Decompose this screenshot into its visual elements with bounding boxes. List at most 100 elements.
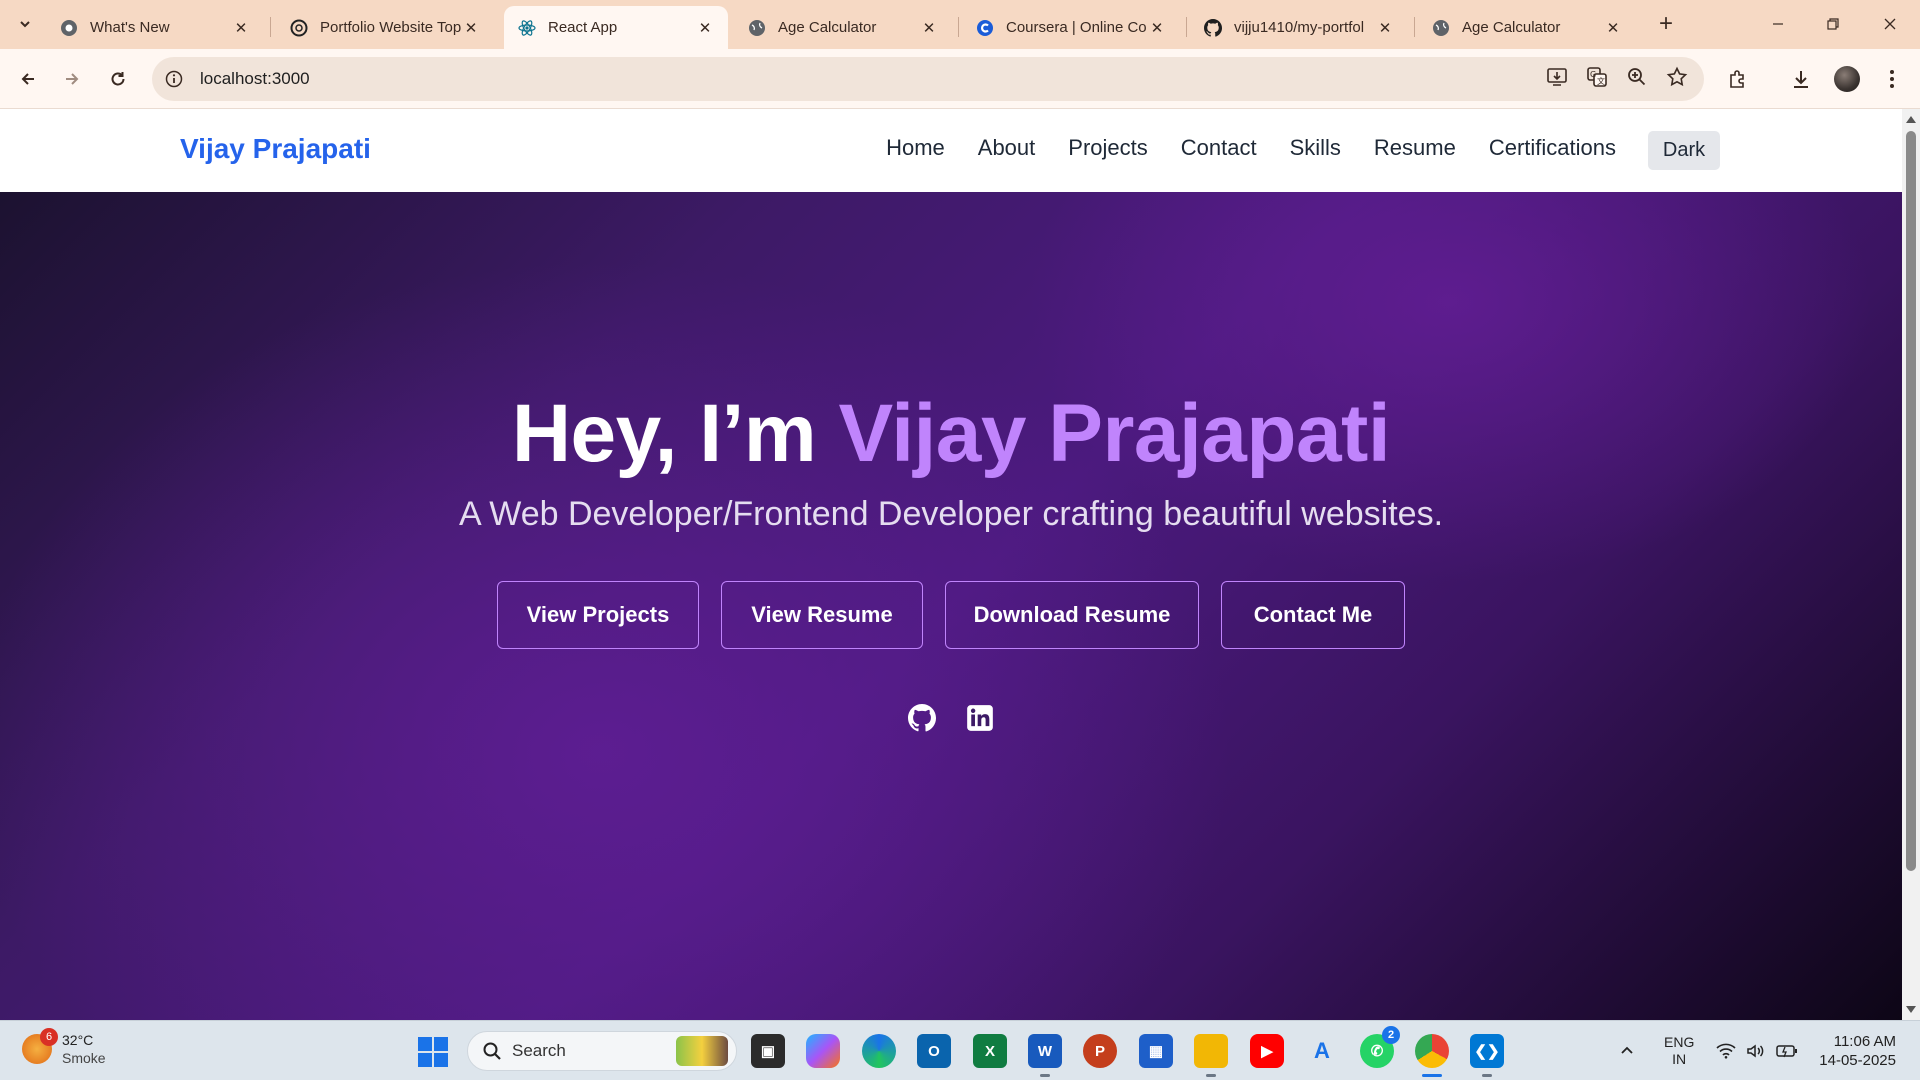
app-icon[interactable]: A <box>1305 1034 1339 1068</box>
wifi-icon <box>1716 1043 1736 1059</box>
folder-icon[interactable] <box>1194 1034 1228 1077</box>
page-scrollbar[interactable] <box>1902 109 1920 1020</box>
globe-icon <box>748 19 766 37</box>
linkedin-icon[interactable] <box>966 704 994 732</box>
nav-link-about[interactable]: About <box>978 135 1036 161</box>
word-icon[interactable]: W <box>1028 1034 1062 1077</box>
taskbar-clock[interactable]: 11:06 AM 14-05-2025 <box>1800 1021 1896 1080</box>
tab-github-repo[interactable]: vijju1410/my-portfol ✕ <box>1190 6 1408 49</box>
theme-toggle-button[interactable]: Dark <box>1648 131 1720 170</box>
tab-title: vijju1410/my-portfol <box>1234 19 1365 36</box>
download-icon <box>1794 71 1808 88</box>
excel-icon[interactable]: X <box>973 1034 1007 1068</box>
site-info-icon[interactable] <box>152 70 196 88</box>
openai-icon <box>290 19 308 37</box>
install-app-icon[interactable] <box>1546 66 1568 93</box>
extensions-button[interactable] <box>1722 63 1754 95</box>
close-tab-icon[interactable]: ✕ <box>1604 19 1622 37</box>
view-projects-button[interactable]: View Projects <box>497 581 699 649</box>
reload-button[interactable] <box>102 63 134 95</box>
scrollbar-thumb[interactable] <box>1906 131 1916 871</box>
weather-temp: 32°C <box>62 1032 94 1048</box>
store-icon[interactable]: ▦ <box>1139 1034 1173 1068</box>
vscode-icon[interactable]: ❮❯ <box>1470 1034 1504 1077</box>
nav-link-resume[interactable]: Resume <box>1374 135 1456 161</box>
language-line2: IN <box>1672 1051 1687 1067</box>
page-viewport: Vijay Prajapati Home About Projects Cont… <box>0 109 1902 1020</box>
nav-link-home[interactable]: Home <box>886 135 945 161</box>
tab-divider <box>1414 17 1415 37</box>
hero-section: Hey, I’m Vijay Prajapati A Web Developer… <box>0 192 1902 1020</box>
weather-alert-badge: 6 <box>40 1028 58 1046</box>
close-tab-icon[interactable]: ✕ <box>462 19 480 37</box>
nav-link-skills[interactable]: Skills <box>1290 135 1341 161</box>
new-tab-button[interactable]: + <box>1652 10 1680 38</box>
close-tab-icon[interactable]: ✕ <box>232 19 250 37</box>
restore-button[interactable] <box>1813 8 1853 40</box>
tab-age-calculator-2[interactable]: Age Calculator ✕ <box>1418 6 1636 49</box>
url-text[interactable]: localhost:3000 <box>200 69 310 89</box>
close-tab-icon[interactable]: ✕ <box>1376 19 1394 37</box>
chevron-down-icon <box>20 21 30 28</box>
chevron-up-icon <box>1621 1046 1633 1054</box>
weather-widget[interactable]: 6 32°C Smoke <box>22 1028 106 1067</box>
edge-icon[interactable] <box>862 1034 896 1068</box>
language-indicator[interactable]: ENG IN <box>1664 1021 1694 1080</box>
close-tab-icon[interactable]: ✕ <box>696 19 714 37</box>
site-brand[interactable]: Vijay Prajapati <box>180 133 371 165</box>
forward-button[interactable] <box>56 63 88 95</box>
tab-react-app[interactable]: React App ✕ <box>504 6 728 49</box>
back-button[interactable] <box>12 63 44 95</box>
view-resume-button[interactable]: View Resume <box>721 581 923 649</box>
download-resume-button[interactable]: Download Resume <box>945 581 1199 649</box>
restore-icon <box>1827 18 1839 30</box>
tab-whats-new[interactable]: What's New ✕ <box>46 6 264 49</box>
start-button[interactable] <box>418 1037 448 1067</box>
minimize-button[interactable] <box>1758 8 1798 40</box>
file-explorer-icon[interactable]: ▣ <box>751 1034 785 1068</box>
outlook-icon[interactable]: O <box>917 1034 951 1068</box>
tab-coursera[interactable]: Coursera | Online Co ✕ <box>962 6 1180 49</box>
system-tray-status[interactable] <box>1716 1021 1798 1080</box>
scroll-down-arrow[interactable] <box>1906 1006 1916 1013</box>
hero-actions: View Projects View Resume Download Resum… <box>0 581 1902 649</box>
puzzle-icon <box>1730 70 1744 88</box>
close-tab-icon[interactable]: ✕ <box>920 19 938 37</box>
translate-icon[interactable]: G文 <box>1586 66 1608 93</box>
avatar <box>1834 66 1860 92</box>
copilot-icon[interactable] <box>806 1034 840 1068</box>
chrome-icon <box>60 19 78 37</box>
taskbar-search[interactable]: Search <box>467 1031 737 1071</box>
clock-time: 11:06 AM <box>1833 1033 1896 1050</box>
powerpoint-icon[interactable]: P <box>1083 1034 1117 1068</box>
youtube-icon[interactable]: ▶ <box>1250 1034 1284 1068</box>
zoom-icon[interactable] <box>1626 66 1648 93</box>
scroll-up-arrow[interactable] <box>1906 116 1916 123</box>
show-hidden-icons-button[interactable] <box>1620 1021 1634 1080</box>
weather-text: 32°C Smoke <box>62 1031 106 1067</box>
hero-tagline: A Web Developer/Frontend Developer craft… <box>458 495 1444 533</box>
close-window-button[interactable] <box>1870 8 1910 40</box>
close-tab-icon[interactable]: ✕ <box>1148 19 1166 37</box>
chrome-icon[interactable] <box>1415 1034 1449 1077</box>
bookmark-star-icon[interactable] <box>1666 66 1688 93</box>
weather-condition: Smoke <box>62 1050 106 1066</box>
whatsapp-icon[interactable]: ✆ 2 <box>1360 1026 1400 1068</box>
github-icon[interactable] <box>908 704 937 732</box>
browser-menu-button[interactable] <box>1876 63 1908 95</box>
nav-link-certifications[interactable]: Certifications <box>1489 135 1616 161</box>
nav-link-projects[interactable]: Projects <box>1068 135 1147 161</box>
profile-button[interactable] <box>1831 63 1863 95</box>
downloads-button[interactable] <box>1785 63 1817 95</box>
globe-icon <box>1432 19 1450 37</box>
contact-me-button[interactable]: Contact Me <box>1221 581 1405 649</box>
tab-portfolio-website[interactable]: Portfolio Website Top ✕ <box>276 6 494 49</box>
tab-search-button[interactable] <box>12 10 38 38</box>
browser-toolbar: localhost:3000 G文 <box>0 49 1920 109</box>
address-bar[interactable]: localhost:3000 G文 <box>152 57 1704 101</box>
tab-age-calculator[interactable]: Age Calculator ✕ <box>734 6 952 49</box>
svg-text:文: 文 <box>1597 76 1605 86</box>
volume-icon <box>1747 1044 1764 1058</box>
tab-divider <box>270 17 271 37</box>
nav-link-contact[interactable]: Contact <box>1181 135 1257 161</box>
